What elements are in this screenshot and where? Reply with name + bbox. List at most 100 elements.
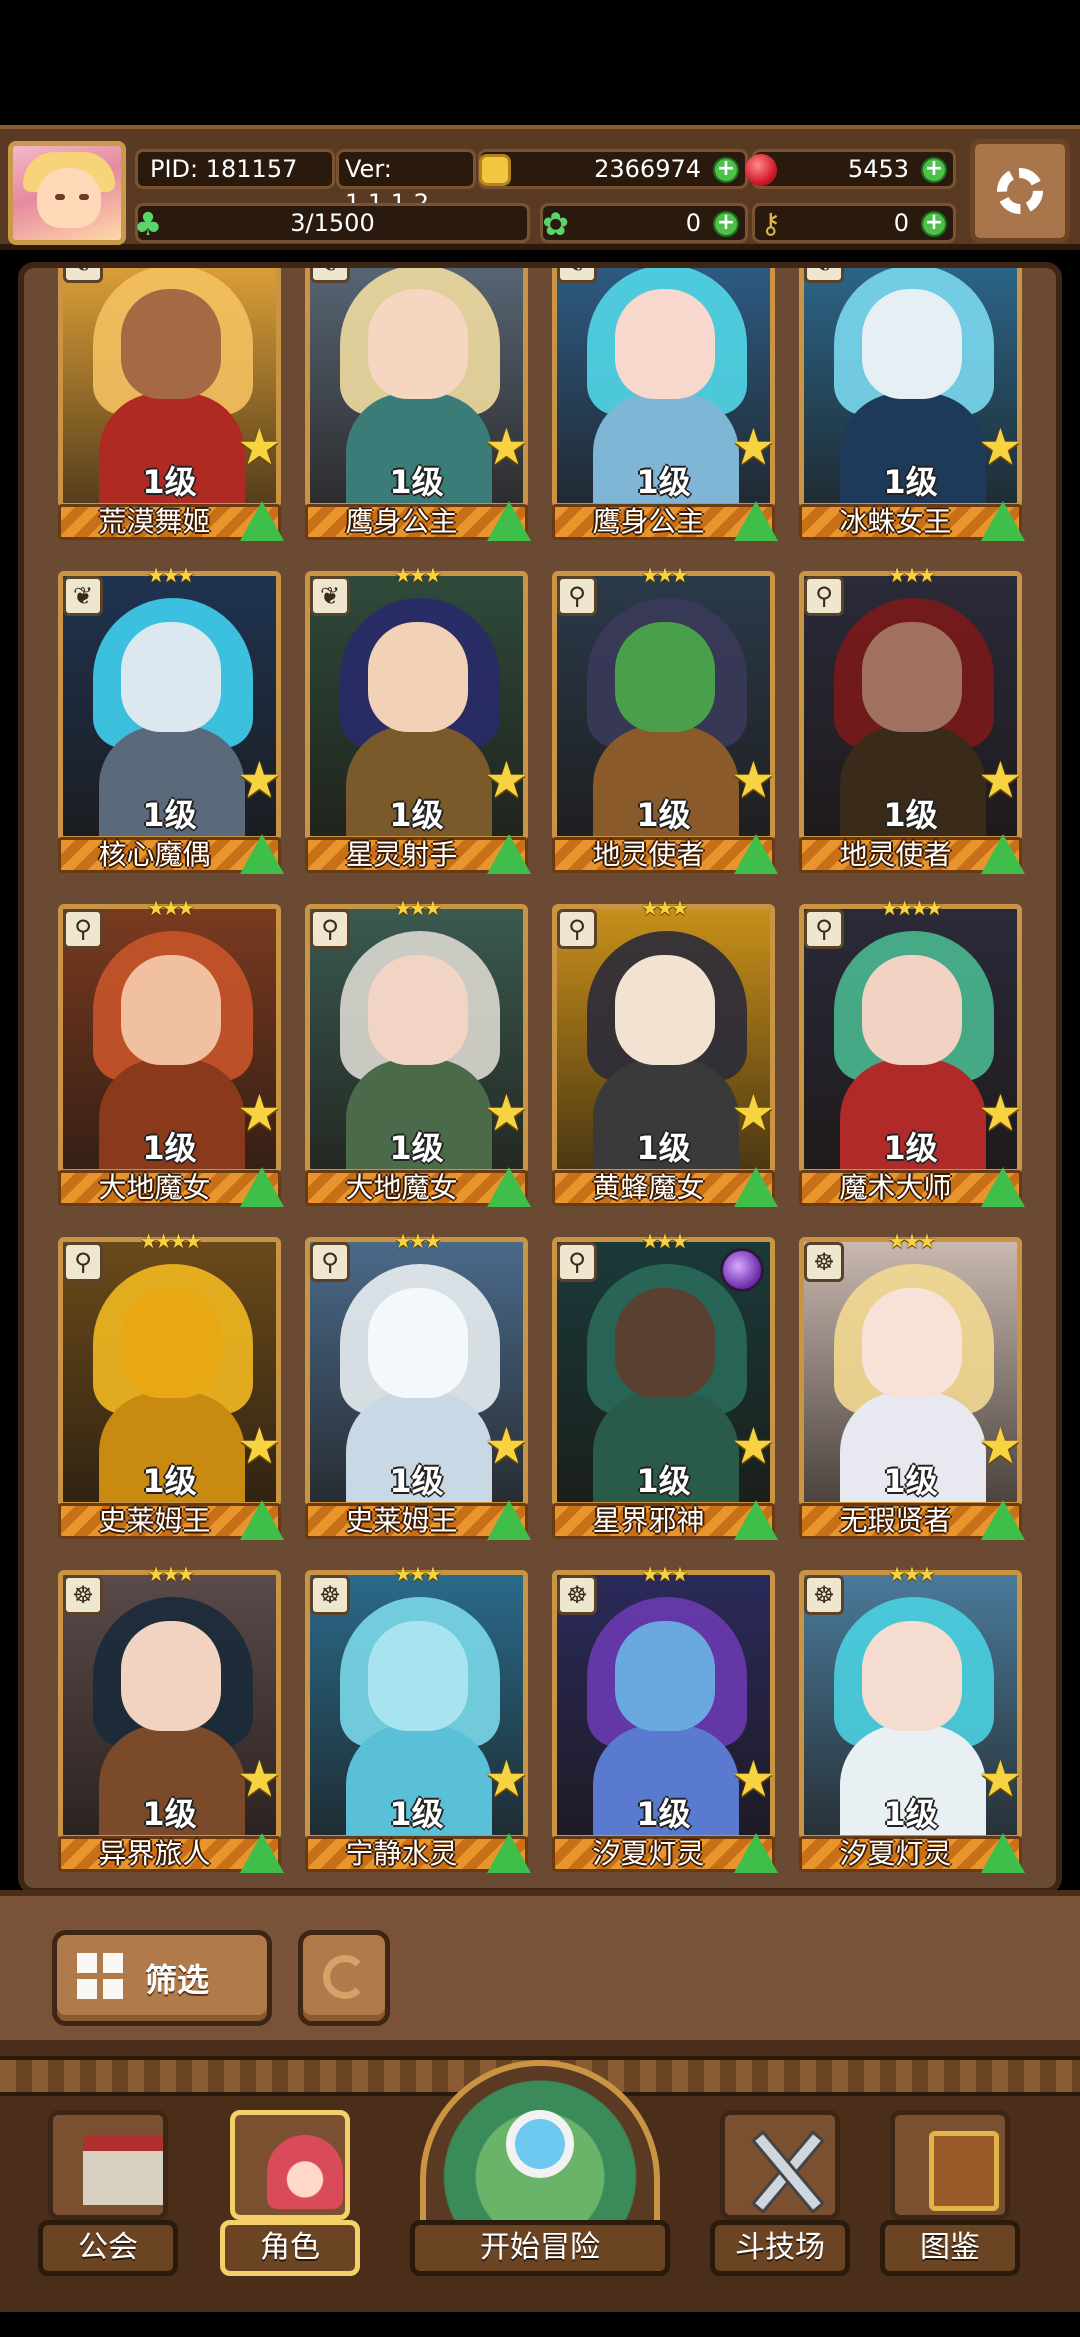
character-card[interactable]: ⚲ 1级 ★★★ ★ 史莱姆王 <box>305 1229 531 1540</box>
gold-counter: 2366974 + <box>478 149 748 189</box>
level-up-arrow-icon <box>487 834 531 874</box>
character-name: 星界邪神 <box>592 1504 705 1537</box>
character-name: 冰蛛女王 <box>839 505 952 538</box>
avatar-face <box>37 168 101 228</box>
roster-capacity-value: 3/1500 <box>290 209 375 237</box>
character-name: 地灵使者 <box>592 838 705 871</box>
level-up-arrow-icon <box>240 834 284 874</box>
character-card[interactable]: ☸ 1级 ★★★ ★ 汐夏灯灵 <box>799 1562 1025 1873</box>
add-gold-plus-icon[interactable]: + <box>713 157 739 183</box>
character-card[interactable]: ⚲ 1级 ★★★ ★ 星界邪神 <box>552 1229 778 1540</box>
character-card[interactable]: ☸ 1级 ★★★ ★ 汐夏灯灵 <box>552 1562 778 1873</box>
role-tile <box>230 2110 350 2220</box>
add-gem-plus-icon[interactable]: + <box>921 157 947 183</box>
level-up-arrow-icon <box>240 1500 284 1540</box>
filter-label: 筛选 <box>145 1961 210 1999</box>
level-up-arrow-icon <box>487 1833 531 1873</box>
character-card[interactable]: ❦ 1级 ★★★ ★ 核心魔偶 <box>58 563 284 874</box>
character-card[interactable]: ⚲ 1级 ★★★ ★ 地灵使者 <box>552 563 778 874</box>
character-name: 宁静水灵 <box>345 1837 458 1870</box>
level-up-arrow-icon <box>981 1833 1025 1873</box>
level-up-arrow-icon <box>734 1833 778 1873</box>
portrait-head <box>121 289 221 399</box>
nav-arena-label: 斗技场 <box>710 2220 850 2276</box>
gem-amount: 5453 <box>847 155 909 183</box>
system-bar <box>0 2312 1080 2337</box>
character-name: 鹰身公主 <box>592 505 705 538</box>
rarity-stars: ★★★ <box>147 896 195 920</box>
rarity-stars: ★★★ <box>394 1562 442 1586</box>
grid-icon <box>77 1953 123 1999</box>
character-name: 魔术大师 <box>839 1171 952 1204</box>
star-upgrade-icon: ★ <box>731 1417 776 1475</box>
portrait-head <box>368 1288 468 1398</box>
bottom-navigation: 公会 角色 开始冒险 斗技场 图鉴 <box>0 2040 1080 2337</box>
rarity-stars: ★★★ <box>641 896 689 920</box>
nav-adventure-label: 开始冒险 <box>410 2220 670 2276</box>
star-upgrade-icon: ★ <box>484 418 529 476</box>
character-card[interactable]: ❦1级★★★★鹰身公主 <box>305 268 531 541</box>
level-up-arrow-icon <box>734 501 778 541</box>
rarity-stars: ★★★ <box>147 1562 195 1586</box>
character-card[interactable]: ❦ 1级 ★★★ ★ 星灵射手 <box>305 563 531 874</box>
key-counter: ⚷ 0 + <box>752 203 956 243</box>
add-key-plus-icon[interactable]: + <box>921 211 947 237</box>
clover-icon: ♣ <box>133 205 163 243</box>
character-card[interactable]: ☸ 1级 ★★★ ★ 异界旅人 <box>58 1562 284 1873</box>
level-up-arrow-icon <box>240 1833 284 1873</box>
star-upgrade-icon: ★ <box>978 1417 1023 1475</box>
star-upgrade-icon: ★ <box>484 1750 529 1808</box>
gear-icon <box>997 168 1043 214</box>
refresh-button[interactable] <box>298 1930 390 2026</box>
character-card[interactable]: ⚲ 1级 ★★★ ★ 地灵使者 <box>799 563 1025 874</box>
portrait-head <box>121 1621 221 1731</box>
character-card[interactable]: ❦1级★★★★★★冰蛛女王 <box>799 268 1025 541</box>
add-clover-plus-icon[interactable]: + <box>713 211 739 237</box>
filter-button[interactable]: 筛选 <box>52 1930 272 2026</box>
character-card[interactable]: ❦1级★★★★鹰身公主 <box>552 268 778 541</box>
key-amount: 0 <box>893 209 909 237</box>
nav-role[interactable]: 角色 <box>220 2110 380 2300</box>
ruby-icon <box>745 154 777 186</box>
nav-guild[interactable]: 公会 <box>38 2110 198 2300</box>
star-upgrade-icon: ★ <box>978 751 1023 809</box>
level-up-arrow-icon <box>981 501 1025 541</box>
rarity-stars: ★★★ <box>641 1229 689 1253</box>
level-up-arrow-icon <box>240 501 284 541</box>
character-card[interactable]: ☸ 1级 ★★★ ★ 无瑕贤者 <box>799 1229 1025 1540</box>
name-plate: 鹰身公主 <box>305 501 531 541</box>
magnifier-icon <box>506 2110 574 2178</box>
character-card[interactable]: ⚲ 1级 ★★★★ ★ 魔术大师 <box>799 896 1025 1207</box>
character-card[interactable]: ☸ 1级 ★★★ ★ 宁静水灵 <box>305 1562 531 1873</box>
character-card[interactable]: ⚲ 1级 ★★★ ★ 大地魔女 <box>305 896 531 1207</box>
roster-capacity: ♣ 3/1500 <box>133 203 530 243</box>
nav-start-adventure[interactable]: 开始冒险 <box>410 2060 670 2276</box>
star-upgrade-icon: ★ <box>731 418 776 476</box>
character-face-icon <box>267 2135 343 2209</box>
name-plate: 地灵使者 <box>552 834 778 874</box>
settings-button[interactable] <box>970 139 1070 243</box>
feather-icon: ❦ <box>63 268 103 283</box>
nav-codex[interactable]: 图鉴 <box>880 2110 1040 2300</box>
portrait-head <box>615 289 715 399</box>
orb-icon <box>720 1248 764 1292</box>
rarity-stars: ★★★ <box>394 896 442 920</box>
character-card[interactable]: ❦1级★★★★荒漠舞姬 <box>58 268 284 541</box>
name-plate: 大地魔女 <box>305 1167 531 1207</box>
portrait-head <box>862 955 962 1065</box>
nav-role-label: 角色 <box>220 2220 360 2276</box>
name-plate: 核心魔偶 <box>58 834 284 874</box>
character-card[interactable]: ⚲ 1级 ★★★ ★ 黄蜂魔女 <box>552 896 778 1207</box>
feather-icon: ❦ <box>557 268 597 283</box>
player-avatar[interactable] <box>8 141 126 245</box>
star-upgrade-icon: ★ <box>731 1750 776 1808</box>
character-card[interactable]: ⚲ 1级 ★★★★ ★ 史莱姆王 <box>58 1229 284 1540</box>
rarity-stars: ★★★★ <box>880 896 944 920</box>
level-up-arrow-icon <box>487 1167 531 1207</box>
nav-arena[interactable]: 斗技场 <box>710 2110 870 2300</box>
name-plate: 地灵使者 <box>799 834 1025 874</box>
name-plate: 星灵射手 <box>305 834 531 874</box>
character-card[interactable]: ⚲ 1级 ★★★ ★ 大地魔女 <box>58 896 284 1207</box>
character-roster-panel[interactable]: ❦1级★★★★荒漠舞姬❦1级★★★★鹰身公主❦1级★★★★鹰身公主❦1级★★★★… <box>18 262 1062 1894</box>
game-version: Ver: 1.1.1.2 <box>336 149 476 217</box>
